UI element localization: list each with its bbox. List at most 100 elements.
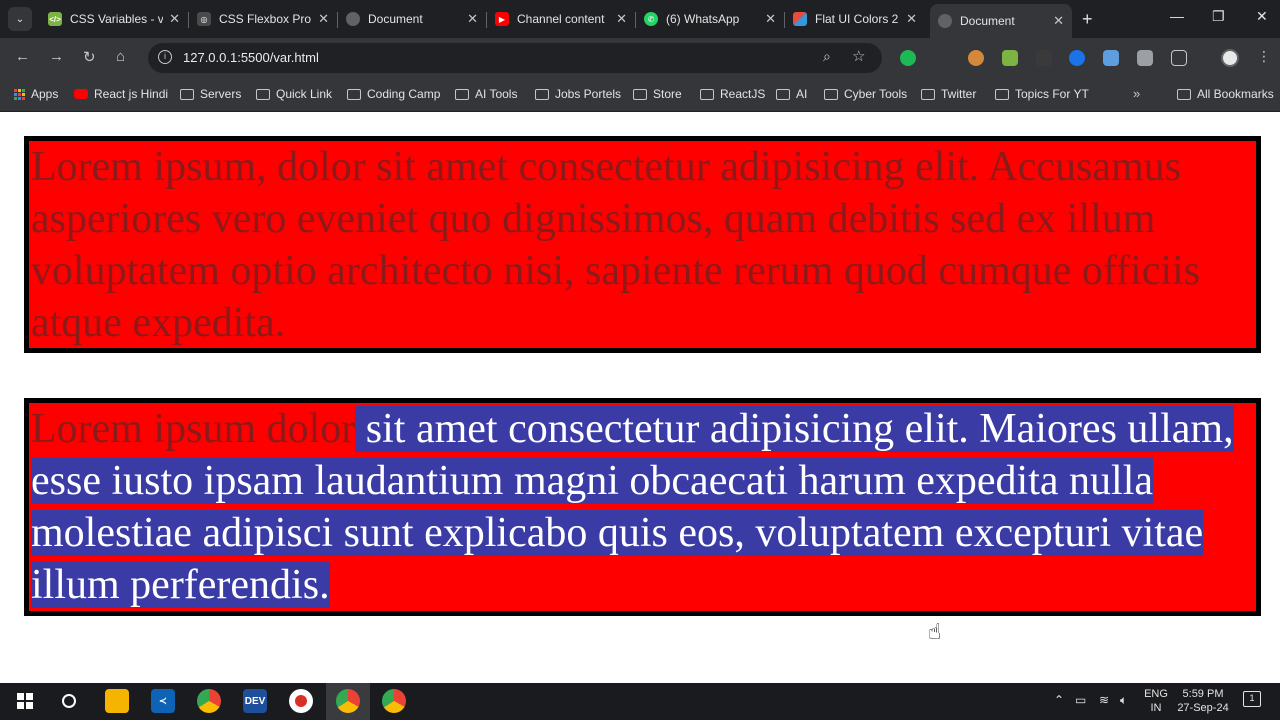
folder-icon — [455, 88, 469, 100]
vscode-icon[interactable]: ≺ — [151, 689, 175, 713]
file-explorer-icon[interactable] — [105, 689, 129, 713]
whatsapp-icon: ✆ — [644, 12, 658, 26]
forward-icon[interactable]: → — [49, 48, 64, 65]
page-viewport: Lorem ipsum, dolor sit amet consectetur … — [0, 113, 1280, 683]
extension-dark-icon[interactable] — [1036, 50, 1052, 66]
new-tab-icon[interactable]: + — [1082, 9, 1093, 30]
tab-whatsapp[interactable]: ✆ (6) WhatsApp ✕ — [636, 4, 784, 34]
code-icon: </> — [48, 12, 62, 26]
close-tab-icon[interactable]: ✕ — [616, 11, 627, 27]
tab-document-active[interactable]: Document ✕ — [930, 4, 1072, 38]
extensions-puzzle-icon[interactable] — [1171, 50, 1187, 66]
extension-cart-icon[interactable] — [1002, 50, 1018, 66]
folder-icon — [921, 88, 935, 100]
zoom-icon[interactable]: ⌕ — [823, 48, 831, 65]
tab-search-button[interactable]: ⌄ — [8, 7, 32, 31]
browser-toolbar: ← → ↻ ⌂ i 127.0.0.1:5500/var.html ⌕ ☆ ⋮ — [0, 38, 1280, 78]
bookmark-folder-ai-tools[interactable]: AI Tools — [455, 87, 517, 101]
close-tab-icon[interactable]: ✕ — [467, 11, 478, 27]
tab-channel-content[interactable]: ▶ Channel content ✕ — [487, 4, 635, 34]
bookmark-folder-all-bookmarks[interactable]: All Bookmarks — [1177, 87, 1274, 101]
apps-grid-icon — [14, 88, 25, 100]
folder-icon — [633, 88, 647, 100]
battery-icon[interactable]: ▭ — [1075, 693, 1086, 707]
bookmark-folder-servers[interactable]: Servers — [180, 87, 241, 101]
chrome-active-icon[interactable] — [336, 689, 360, 713]
language-indicator[interactable]: ENG IN — [1142, 687, 1170, 715]
minimize-icon[interactable]: — — [1170, 8, 1184, 24]
bookmark-star-icon[interactable]: ☆ — [852, 47, 865, 65]
bookmark-folder-coding-camp[interactable]: Coding Camp — [347, 87, 440, 101]
bookmark-folder-quick-link[interactable]: Quick Link — [256, 87, 332, 101]
close-tab-icon[interactable]: ✕ — [169, 11, 180, 27]
wifi-icon[interactable]: ≋ — [1099, 693, 1109, 707]
extension-camera-icon[interactable] — [1137, 50, 1153, 66]
bookmark-folder-ai[interactable]: AI — [776, 87, 807, 101]
notification-icon[interactable]: 1 — [1243, 691, 1261, 707]
folder-icon — [180, 88, 194, 100]
bookmark-apps[interactable]: Apps — [14, 87, 58, 101]
youtube-icon — [74, 89, 88, 99]
dev-c-icon[interactable]: DEV — [243, 689, 267, 713]
bookmark-folder-reactjs[interactable]: ReactJS — [700, 87, 765, 101]
tray-overflow-icon[interactable]: ⌃ — [1054, 693, 1064, 707]
folder-icon — [1177, 88, 1191, 100]
clock[interactable]: 5:59 PM 27-Sep-24 — [1174, 687, 1232, 715]
reload-icon[interactable]: ↻ — [83, 48, 96, 66]
tab-strip: ⌄ </> CSS Variables - v ✕ ◎ CSS Flexbox … — [0, 0, 1280, 38]
flat-ui-icon — [793, 12, 807, 26]
volume-icon[interactable]: 🔈︎ — [1120, 693, 1127, 708]
site-info-icon[interactable]: i — [158, 50, 172, 64]
bookmark-folder-store[interactable]: Store — [633, 87, 682, 101]
folder-icon — [347, 88, 361, 100]
profile-avatar[interactable] — [1221, 49, 1239, 67]
paragraph-2-unselected-text: Lorem ipsum dolor — [31, 406, 356, 452]
close-window-icon[interactable]: ✕ — [1256, 8, 1268, 25]
tab-css-flexbox[interactable]: ◎ CSS Flexbox Pro ✕ — [189, 4, 337, 34]
chrome-icon[interactable] — [197, 689, 221, 713]
folder-icon — [535, 88, 549, 100]
extension-grammarly-icon[interactable] — [900, 50, 916, 66]
openai-icon: ◎ — [197, 12, 211, 26]
folder-icon — [995, 88, 1009, 100]
search-icon[interactable] — [57, 689, 81, 713]
extension-window-icon[interactable] — [1103, 50, 1119, 66]
bookmark-folder-twitter[interactable]: Twitter — [921, 87, 976, 101]
home-icon[interactable]: ⌂ — [116, 48, 125, 65]
recorder-icon[interactable] — [289, 689, 313, 713]
tab-flat-ui-colors[interactable]: Flat UI Colors 2 ✕ — [785, 4, 925, 34]
back-icon[interactable]: ← — [15, 48, 30, 65]
bookmark-react-js-hindi[interactable]: React js Hindi — [74, 87, 168, 101]
bookmark-folder-topics-for-yt[interactable]: Topics For YT — [995, 87, 1089, 101]
folder-icon — [776, 88, 790, 100]
extension-edge-icon[interactable] — [1069, 50, 1085, 66]
bookmarks-overflow-icon[interactable]: » — [1133, 86, 1140, 101]
close-tab-icon[interactable]: ✕ — [765, 11, 776, 27]
restore-icon[interactable]: ❐ — [1212, 8, 1225, 25]
windows-taskbar: ≺ DEV ⌃ ▭ ≋ 🔈︎ ENG IN 5:59 PM 27-Sep-24 … — [0, 683, 1280, 720]
url-text[interactable]: 127.0.0.1:5500/var.html — [183, 50, 319, 65]
tab-document[interactable]: Document ✕ — [338, 4, 486, 34]
folder-icon — [700, 88, 714, 100]
close-tab-icon[interactable]: ✕ — [318, 11, 329, 27]
chrome-canary-icon[interactable] — [382, 689, 406, 713]
globe-icon — [346, 12, 360, 26]
bookmark-folder-jobs-portels[interactable]: Jobs Portels — [535, 87, 621, 101]
paragraph-box-1: Lorem ipsum, dolor sit amet consectetur … — [24, 136, 1261, 353]
folder-icon — [256, 88, 270, 100]
paragraph-1-text: Lorem ipsum, dolor sit amet consectetur … — [31, 144, 1201, 346]
folder-icon — [824, 88, 838, 100]
menu-kebab-icon[interactable]: ⋮ — [1257, 48, 1271, 65]
address-bar[interactable]: i 127.0.0.1:5500/var.html ⌕ ☆ — [148, 43, 882, 73]
extension-cookie-icon[interactable] — [968, 50, 984, 66]
tab-css-variables[interactable]: </> CSS Variables - v ✕ — [40, 4, 188, 34]
bookmarks-bar: Apps React js Hindi Servers Quick Link C… — [0, 78, 1280, 112]
youtube-icon: ▶ — [495, 12, 509, 26]
close-tab-icon[interactable]: ✕ — [906, 11, 917, 27]
windows-start-icon[interactable] — [13, 689, 37, 713]
close-tab-icon[interactable]: ✕ — [1053, 13, 1064, 29]
globe-icon — [938, 14, 952, 28]
bookmark-folder-cyber-tools[interactable]: Cyber Tools — [824, 87, 907, 101]
paragraph-box-2: Lorem ipsum dolor sit amet consectetur a… — [24, 398, 1261, 616]
hand-cursor-icon: ☝ — [928, 619, 942, 644]
